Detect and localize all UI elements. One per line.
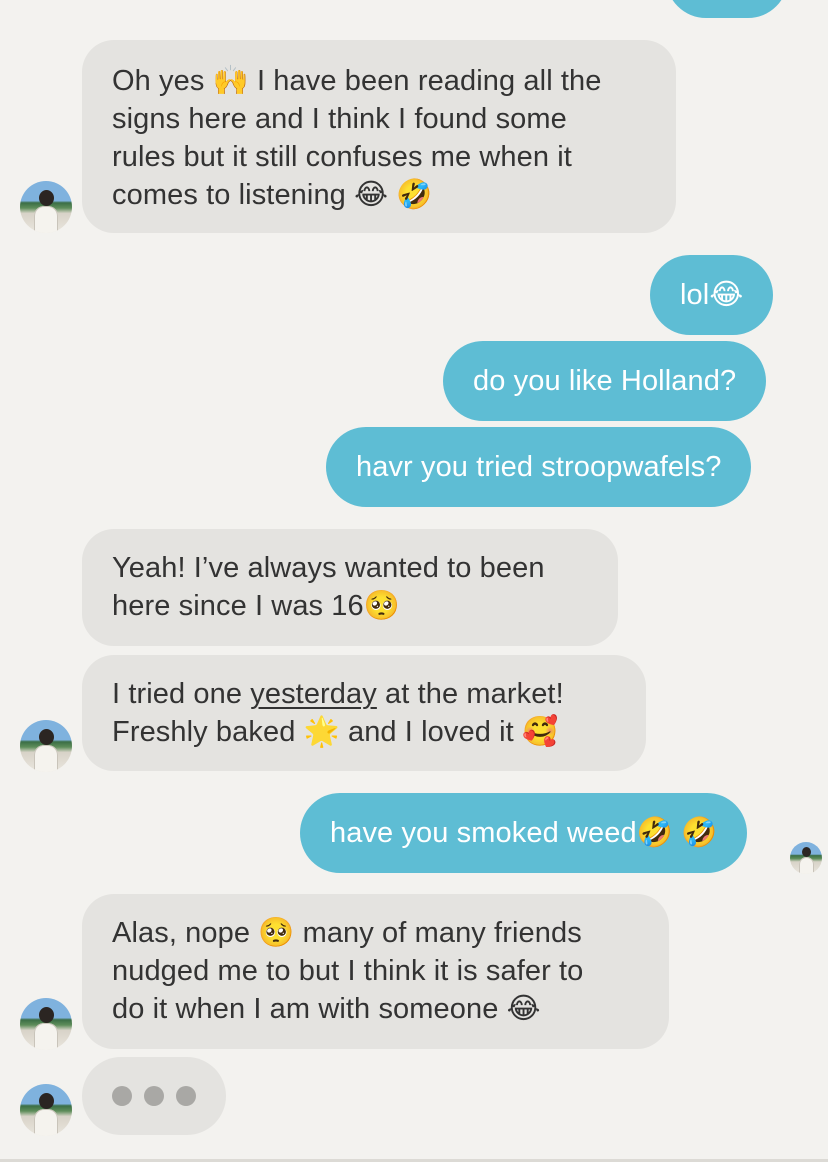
read-receipt-avatar xyxy=(790,842,822,874)
message-line: Alas, nope 🥺 many of many friends xyxy=(112,917,582,949)
message-line: signs here and I think I found some xyxy=(112,103,567,135)
incoming-message[interactable]: I tried one yesterday at the market! Fre… xyxy=(82,655,646,771)
incoming-message[interactable]: Alas, nope 🥺 many of many friends nudged… xyxy=(82,894,669,1049)
contact-avatar[interactable] xyxy=(20,998,72,1050)
message-line: Freshly baked 🌟 and I loved it 🥰 xyxy=(112,716,559,748)
outgoing-message-partial[interactable] xyxy=(666,0,788,18)
date-link[interactable]: yesterday xyxy=(250,678,377,710)
message-line: nudged me to but I think it is safer to xyxy=(112,955,584,987)
message-line: Yeah! I’ve always wanted to been xyxy=(112,552,545,584)
message-text: at the market! xyxy=(376,678,564,710)
message-line: do it when I am with someone 😂 xyxy=(112,993,541,1025)
incoming-message[interactable]: Yeah! I’ve always wanted to been here si… xyxy=(82,529,618,646)
incoming-message[interactable]: Oh yes 🙌 I have been reading all the sig… xyxy=(82,40,676,233)
typing-indicator xyxy=(82,1057,226,1135)
message-line: Oh yes 🙌 I have been reading all the xyxy=(112,65,602,97)
contact-avatar[interactable] xyxy=(20,181,72,233)
typing-dot xyxy=(176,1086,196,1106)
outgoing-message[interactable]: havr you tried stroopwafels? xyxy=(326,427,752,507)
message-text: I tried one xyxy=(112,678,251,710)
outgoing-message[interactable]: have you smoked weed🤣 🤣 xyxy=(300,793,748,873)
typing-dot xyxy=(112,1086,132,1106)
message-line: rules but it still confuses me when it xyxy=(112,141,572,173)
message-line: comes to listening 😂 🤣 xyxy=(112,179,433,211)
typing-dot xyxy=(144,1086,164,1106)
contact-avatar[interactable] xyxy=(20,720,72,772)
message-line: I tried one yesterday at the market! xyxy=(112,675,616,713)
message-line: here since I was 16🥺 xyxy=(112,590,400,622)
outgoing-message[interactable]: do you like Holland? xyxy=(443,341,767,421)
outgoing-message[interactable]: lol😂 xyxy=(650,255,774,335)
contact-avatar[interactable] xyxy=(20,1084,72,1136)
